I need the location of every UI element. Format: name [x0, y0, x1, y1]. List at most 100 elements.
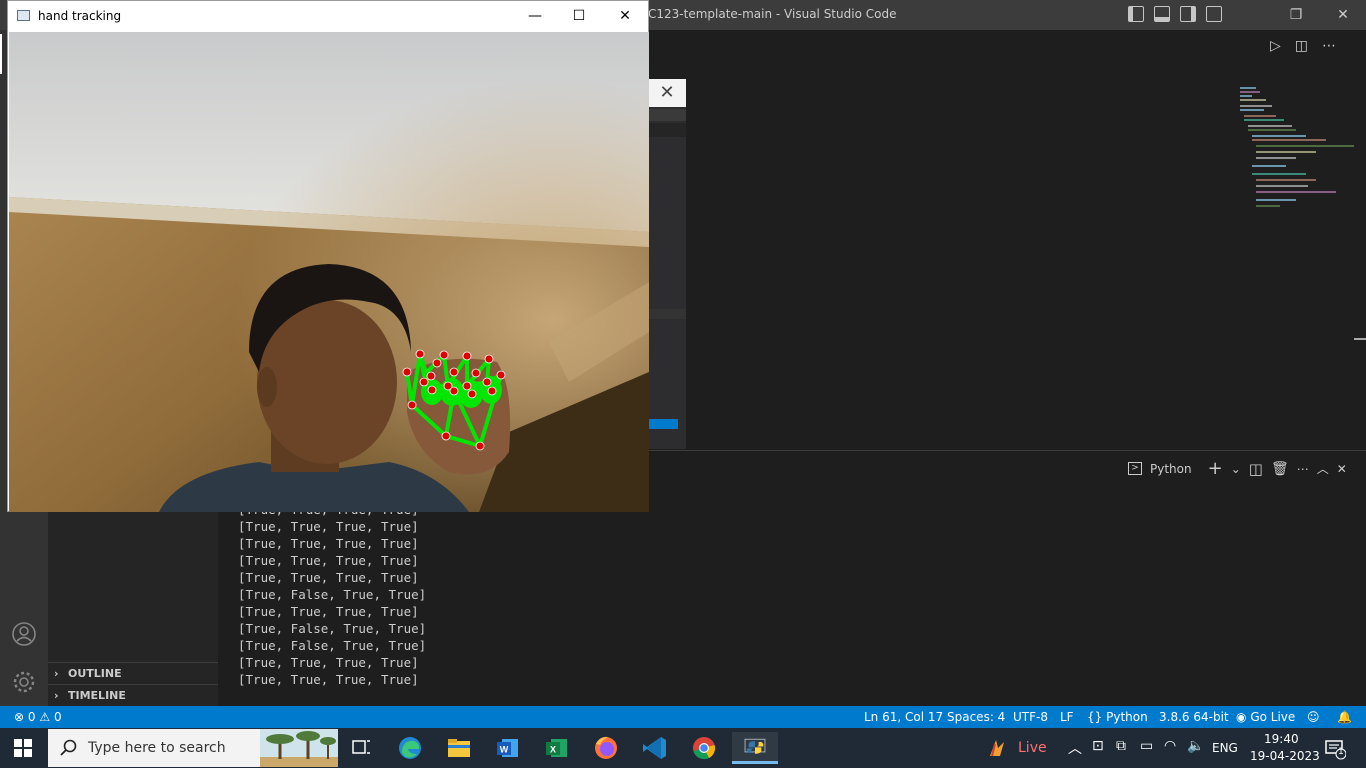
bell-icon[interactable]: 🔔	[1337, 706, 1352, 728]
search-placeholder: Type here to search	[88, 740, 226, 756]
input-language[interactable]: ENG	[1212, 741, 1238, 755]
edge-icon[interactable]	[390, 732, 430, 764]
language-label: Python	[1106, 710, 1148, 724]
go-live-button[interactable]: ◉ Go Live	[1236, 706, 1295, 728]
word-icon[interactable]: W	[488, 732, 528, 764]
maximize-button[interactable]: ☐	[566, 5, 592, 27]
timeline-label: TIMELINE	[68, 689, 126, 702]
taskbar: Type here to search W X Live ︿ ⊡ ⧉ ▭ ◠ 🔈…	[0, 728, 1366, 768]
go-live-label: Go Live	[1250, 710, 1296, 724]
line-ending[interactable]: LF	[1060, 706, 1074, 728]
taskbar-search[interactable]: Type here to search	[48, 729, 338, 767]
chrome-icon[interactable]	[684, 732, 724, 764]
live-label[interactable]: Live	[1018, 740, 1047, 756]
customize-layout-icon[interactable]	[1206, 6, 1222, 22]
more-actions-icon[interactable]: ⋯	[1322, 38, 1336, 54]
panel-toolbar: > Python + ⌄ ◫ 🗑 ⋯ ︿ ✕	[1128, 458, 1347, 479]
terminal-line: [True, True, True, True]	[238, 570, 419, 585]
camera-feed	[9, 32, 649, 512]
feedback-icon[interactable]: ☺	[1307, 706, 1320, 728]
status-bar: ⊗ 0 ⚠ 0 Ln 61, Col 17 Spaces: 4 UTF-8 LF…	[0, 706, 1366, 728]
search-icon	[60, 739, 77, 756]
split-editor-icon[interactable]: ◫	[1295, 38, 1308, 54]
excel-icon[interactable]: X	[537, 732, 577, 764]
close-icon[interactable]: ✕	[648, 79, 686, 107]
split-terminal-icon[interactable]: ◫	[1249, 460, 1263, 478]
scrollbar-indicator[interactable]	[1354, 338, 1366, 340]
braces-icon: {}	[1087, 710, 1103, 724]
close-button[interactable]: ✕	[1332, 4, 1354, 26]
terminal-line: [True, True, True, True]	[238, 604, 419, 619]
vscode-window-title: C123-template-main - Visual Studio Code	[648, 7, 897, 21]
toggle-panel-icon[interactable]	[1154, 6, 1170, 22]
account-icon[interactable]	[12, 622, 36, 646]
hand-tracking-title: hand tracking	[38, 9, 122, 23]
bg-window-statusbar	[648, 419, 678, 429]
warning-count: 0	[53, 710, 62, 724]
terminal-line: [True, True, True, True]	[238, 519, 419, 534]
meet-now-icon[interactable]: ⊡	[1092, 738, 1104, 754]
vscode-icon[interactable]	[635, 732, 675, 764]
terminal-line: [True, True, True, True]	[238, 553, 419, 568]
volume-icon[interactable]: 🔈	[1187, 738, 1204, 754]
outline-section[interactable]: › OUTLINE	[48, 662, 218, 684]
error-count: 0	[27, 710, 36, 724]
live-wallpaper-icon[interactable]	[986, 736, 1010, 760]
battery-icon[interactable]: ▭	[1140, 738, 1153, 754]
close-panel-icon[interactable]: ✕	[1337, 462, 1347, 476]
task-view-icon[interactable]	[341, 732, 381, 764]
manage-gear-icon[interactable]	[12, 670, 36, 694]
svg-text:W: W	[500, 745, 509, 755]
outline-label: OUTLINE	[68, 667, 122, 680]
error-icon: ⊗	[14, 710, 25, 724]
search-highlight-image	[260, 729, 338, 767]
minimap[interactable]	[1236, 84, 1356, 214]
minimize-button[interactable]: —	[522, 5, 548, 27]
active-indicator	[0, 34, 2, 74]
restore-button[interactable]: ❐	[1285, 4, 1307, 26]
run-icon[interactable]: ▷	[1270, 38, 1281, 54]
python-icon[interactable]	[732, 732, 778, 764]
chevron-down-icon[interactable]: ⌄	[1231, 462, 1241, 476]
maximize-panel-icon[interactable]: ︿	[1317, 460, 1329, 477]
file-explorer-icon[interactable]	[439, 732, 479, 764]
trash-icon[interactable]: 🗑	[1271, 461, 1289, 477]
python-interpreter[interactable]: 3.8.6 64-bit	[1159, 706, 1229, 728]
encoding[interactable]: UTF-8	[1013, 706, 1048, 728]
cursor-position[interactable]: Ln 61, Col 17	[864, 706, 943, 728]
screenshot-icon[interactable]: ⧉	[1116, 738, 1126, 754]
indentation[interactable]: Spaces: 4	[947, 706, 1005, 728]
bg-window-panel-header	[648, 309, 686, 319]
terminal-line: [True, False, True, True]	[238, 587, 427, 602]
terminal-line: [True, False, True, True]	[238, 621, 427, 636]
bg-window-tabs	[648, 123, 686, 137]
clock-date[interactable]: 19-04-2023	[1250, 749, 1320, 763]
toggle-primary-sidebar-icon[interactable]	[1128, 6, 1144, 22]
toggle-secondary-sidebar-icon[interactable]	[1180, 6, 1196, 22]
hand-tracking-window[interactable]: hand tracking — ☐ ✕	[7, 0, 649, 512]
screen: C123-template-main - Visual Studio Code …	[0, 0, 1366, 768]
hand-tracking-titlebar[interactable]: hand tracking — ☐ ✕	[8, 1, 648, 31]
timeline-section[interactable]: › TIMELINE	[48, 684, 218, 706]
layout-controls	[1128, 6, 1222, 22]
windows-start-icon[interactable]	[14, 739, 32, 757]
more-icon[interactable]: ⋯	[1297, 462, 1309, 476]
terminal-line: [True, False, True, True]	[238, 638, 427, 653]
show-hidden-icons-chevron[interactable]: ︿	[1068, 738, 1082, 758]
svg-text:X: X	[550, 745, 556, 755]
problems-indicator[interactable]: ⊗ 0 ⚠ 0	[14, 706, 62, 728]
notification-count: 1	[1338, 747, 1344, 757]
language-mode[interactable]: {} Python	[1087, 706, 1148, 728]
terminal-line: [True, True, True, True]	[238, 655, 419, 670]
terminal-name[interactable]: Python	[1150, 462, 1192, 476]
wifi-icon[interactable]: ◠	[1164, 738, 1176, 754]
broadcast-icon: ◉	[1236, 710, 1247, 724]
close-button[interactable]: ✕	[612, 5, 638, 27]
background-window[interactable]: ✕	[648, 79, 686, 449]
new-terminal-icon[interactable]: +	[1208, 458, 1223, 479]
firefox-icon[interactable]	[586, 732, 626, 764]
clock-time[interactable]: 19:40	[1264, 732, 1299, 746]
editor-actions: ▷ ◫ ⋯	[1270, 38, 1336, 54]
terminal-line: [True, True, True, True]	[238, 672, 419, 687]
chevron-right-icon: ›	[54, 689, 59, 702]
